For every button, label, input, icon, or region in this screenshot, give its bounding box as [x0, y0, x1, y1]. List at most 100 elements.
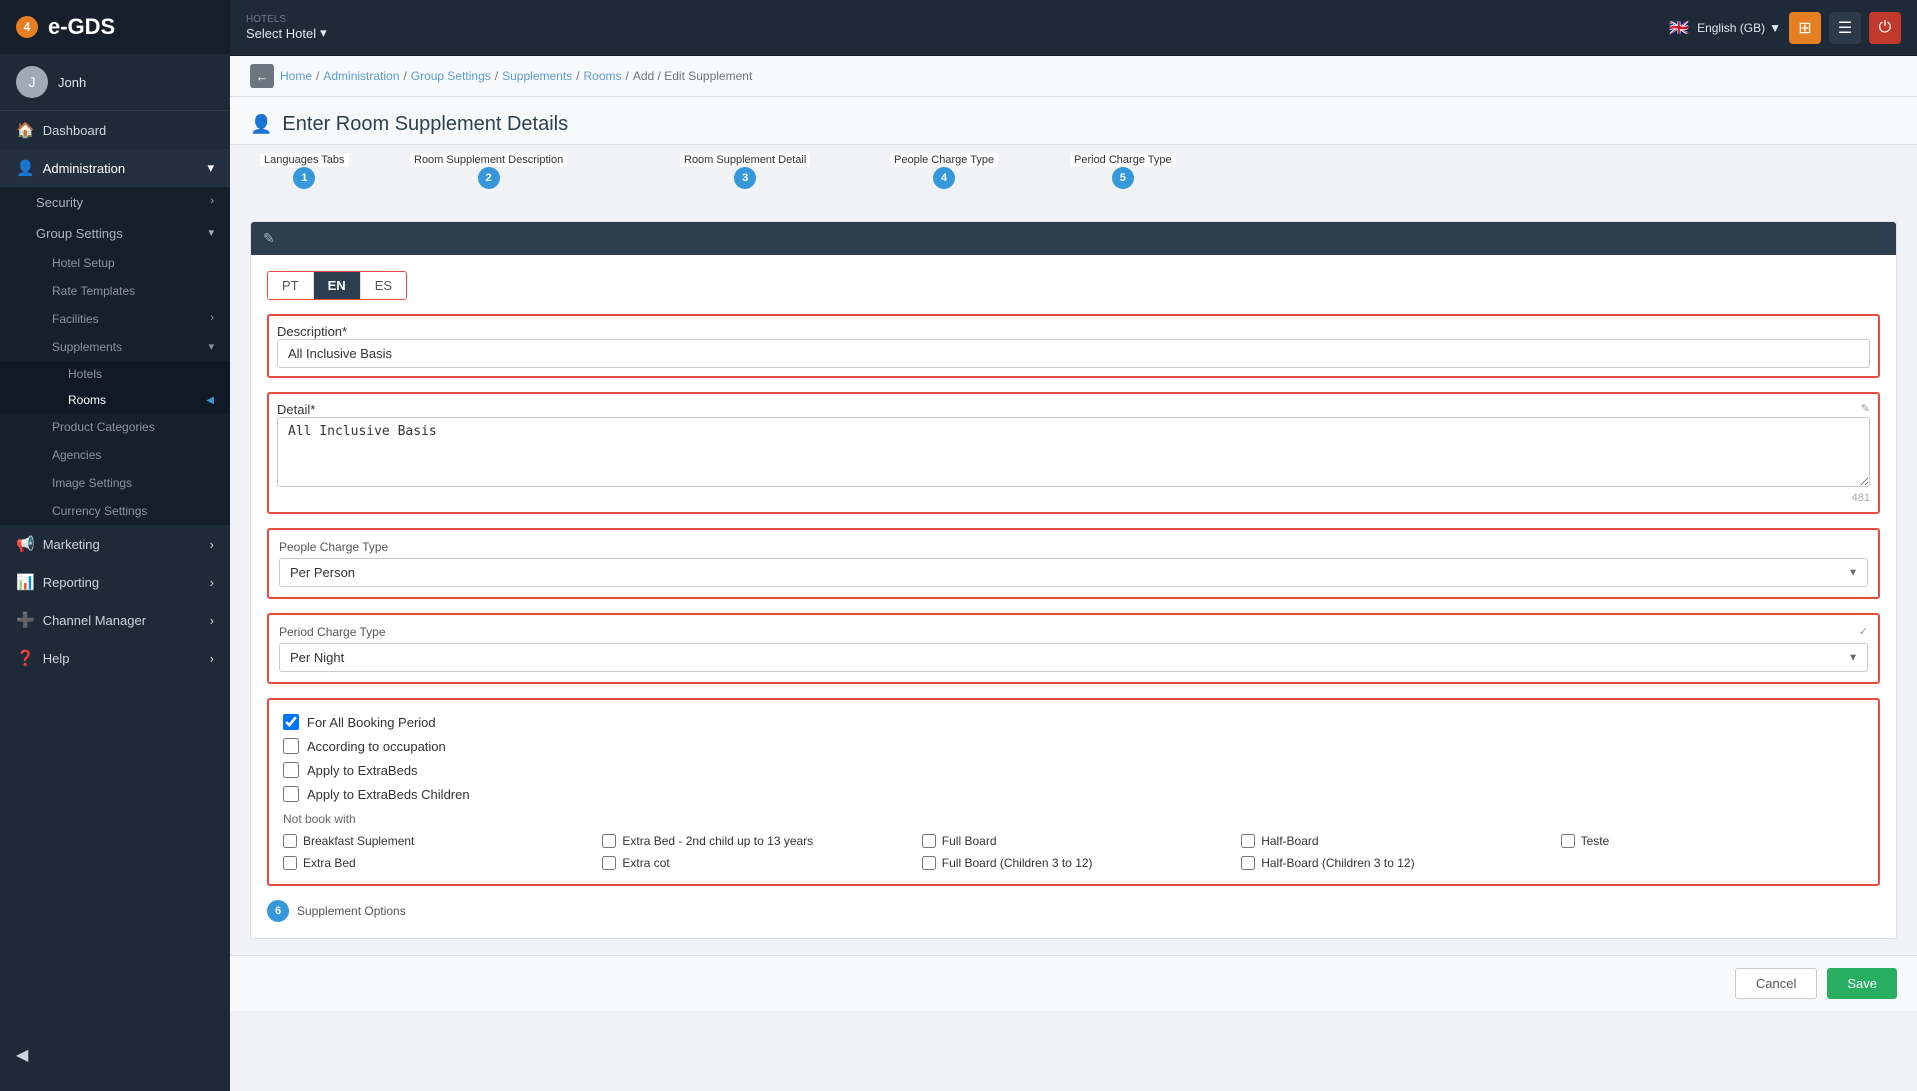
not-book-breakfast-label[interactable]: Breakfast Suplement [303, 834, 414, 848]
sidebar-item-label: Reporting [43, 575, 99, 590]
marketing-icon: 📢 [16, 535, 35, 553]
hotel-select[interactable]: Select Hotel ▾ [246, 25, 327, 41]
not-book-extra-bed-2nd-checkbox[interactable] [602, 834, 616, 848]
people-charge-select[interactable]: Per Person Per Room Flat Rate [279, 558, 1868, 587]
cancel-button[interactable]: Cancel [1735, 968, 1817, 999]
sidebar-collapse-btn[interactable]: ◀ [16, 1039, 214, 1071]
for-all-booking-label[interactable]: For All Booking Period [307, 715, 436, 730]
annotation-5-label: Period Charge Type [1070, 153, 1176, 167]
according-occupation-label[interactable]: According to occupation [307, 739, 446, 754]
description-input[interactable] [277, 339, 1870, 368]
form-container: ✎ PT EN ES Description* [230, 205, 1917, 955]
sidebar-item-agencies[interactable]: Agencies [0, 441, 230, 469]
annotation-3: Room Supplement Detail 3 [680, 153, 810, 189]
lang-tab-en[interactable]: EN [314, 272, 361, 299]
sidebar-item-supplements[interactable]: Supplements ▾ [0, 333, 230, 361]
checkbox-extrabeds-children: Apply to ExtraBeds Children [283, 786, 1864, 802]
annotation-1-bubble: 1 [293, 167, 315, 189]
not-book-breakfast-checkbox[interactable] [283, 834, 297, 848]
sidebar-item-reporting[interactable]: 📊 Reporting › [0, 563, 230, 601]
sidebar-sub-administration: Security › Group Settings ▾ Hotel Setup … [0, 187, 230, 525]
lang-tab-pt[interactable]: PT [268, 272, 314, 299]
edit-detail-icon[interactable]: ✎ [1861, 402, 1870, 415]
not-book-full-board-label[interactable]: Full Board [942, 834, 997, 848]
not-book-half-board-children-label[interactable]: Half-Board (Children 3 to 12) [1261, 856, 1414, 870]
not-book-half-board-label[interactable]: Half-Board [1261, 834, 1318, 848]
apply-extrabeds-children-label[interactable]: Apply to ExtraBeds Children [307, 787, 470, 802]
breadcrumb-current: Add / Edit Supplement [633, 69, 752, 83]
not-book-extra-cot-checkbox[interactable] [602, 856, 616, 870]
sidebar-item-group-settings[interactable]: Group Settings ▾ [0, 218, 230, 249]
not-book-extra-bed-2nd-label[interactable]: Extra Bed - 2nd child up to 13 years [622, 834, 813, 848]
not-book-extra-cot-label[interactable]: Extra cot [622, 856, 669, 870]
sidebar-item-currency-settings[interactable]: Currency Settings [0, 497, 230, 525]
caret-down-icon: ▾ [320, 25, 327, 41]
sidebar-item-image-settings[interactable]: Image Settings [0, 469, 230, 497]
apply-extrabeds-checkbox[interactable] [283, 762, 299, 778]
sidebar-item-marketing[interactable]: 📢 Marketing › [0, 525, 230, 563]
topbar-menu-btn[interactable]: ☰ [1829, 12, 1861, 44]
not-book-half-board-children-checkbox[interactable] [1241, 856, 1255, 870]
sidebar-item-hotels-sub[interactable]: Hotels [0, 361, 230, 387]
breadcrumb-group-settings[interactable]: Group Settings [411, 69, 491, 83]
sidebar-item-product-categories[interactable]: Product Categories [0, 413, 230, 441]
topbar-right: 🇬🇧 English (GB) ▼ ⊞ ☰ ⏻ [1669, 12, 1901, 44]
topbar-orange-btn[interactable]: ⊞ [1789, 12, 1821, 44]
back-button[interactable]: ← [250, 64, 274, 88]
annotation-4-label: People Charge Type [890, 153, 998, 167]
not-book-extra-bed-label[interactable]: Extra Bed [303, 856, 356, 870]
sidebar-item-hotel-setup[interactable]: Hotel Setup [0, 249, 230, 277]
description-section: Description* [267, 314, 1880, 378]
apply-extrabeds-children-checkbox[interactable] [283, 786, 299, 802]
save-button[interactable]: Save [1827, 968, 1897, 999]
not-book-full-board-children: Full Board (Children 3 to 12) [922, 856, 1225, 870]
flag-icon: 🇬🇧 [1669, 18, 1689, 38]
people-charge-section: People Charge Type Per Person Per Room F… [267, 528, 1880, 599]
language-selector[interactable]: English (GB) ▼ [1697, 21, 1781, 35]
not-book-half-board-checkbox[interactable] [1241, 834, 1255, 848]
detail-textarea[interactable]: All Inclusive Basis [277, 417, 1870, 487]
period-charge-select[interactable]: Per Night Per Stay Per Week [279, 643, 1868, 672]
not-book-full-board-children-label[interactable]: Full Board (Children 3 to 12) [942, 856, 1093, 870]
sidebar-item-dashboard[interactable]: 🏠 Dashboard [0, 111, 230, 149]
sidebar-item-rooms-sub[interactable]: Rooms ◀ [0, 387, 230, 413]
annotation-6-bubble: 6 [267, 900, 289, 922]
apply-extrabeds-label[interactable]: Apply to ExtraBeds [307, 763, 418, 778]
not-book-full-board-children-checkbox[interactable] [922, 856, 936, 870]
not-book-extra-bed-checkbox[interactable] [283, 856, 297, 870]
breadcrumb-bar: ← Home / Administration / Group Settings… [230, 56, 1917, 97]
not-book-teste-label[interactable]: Teste [1581, 834, 1610, 848]
according-occupation-checkbox[interactable] [283, 738, 299, 754]
chevron-right-icon: › [210, 537, 214, 552]
period-charge-section: Period Charge Type ✓ Per Night Per Stay … [267, 613, 1880, 684]
breadcrumb-rooms[interactable]: Rooms [584, 69, 622, 83]
arrow-right-icon: ◀ [206, 395, 214, 406]
for-all-booking-checkbox[interactable] [283, 714, 299, 730]
topbar-power-btn[interactable]: ⏻ [1869, 12, 1901, 44]
breadcrumb-home[interactable]: Home [280, 69, 312, 83]
sidebar-item-facilities[interactable]: Facilities › [0, 305, 230, 333]
checkbox-for-all-booking: For All Booking Period [283, 714, 1864, 730]
sidebar-item-help[interactable]: ❓ Help › [0, 639, 230, 677]
annotation-1: Languages Tabs 1 [260, 153, 349, 189]
sidebar-item-rate-templates[interactable]: Rate Templates [0, 277, 230, 305]
not-book-half-board-children: Half-Board (Children 3 to 12) [1241, 856, 1544, 870]
sidebar-item-security[interactable]: Security › [0, 187, 230, 218]
sidebar-item-label: Administration [43, 161, 125, 176]
not-book-teste-checkbox[interactable] [1561, 834, 1575, 848]
sidebar-item-channel-manager[interactable]: ➕ Channel Manager › [0, 601, 230, 639]
breadcrumb-administration[interactable]: Administration [323, 69, 399, 83]
not-book-extra-cot: Extra cot [602, 856, 905, 870]
sidebar-item-administration[interactable]: 👤 Administration ▾ [0, 149, 230, 187]
page-title-section: 👤 Enter Room Supplement Details [230, 97, 1917, 145]
edit-icon[interactable]: ✎ [263, 230, 275, 247]
not-book-breakfast-suplement: Breakfast Suplement [283, 834, 586, 848]
lang-tab-es[interactable]: ES [361, 272, 406, 299]
help-icon: ❓ [16, 649, 35, 667]
breadcrumb-supplements[interactable]: Supplements [502, 69, 572, 83]
not-book-full-board-checkbox[interactable] [922, 834, 936, 848]
chevron-right-icon: › [210, 651, 214, 666]
grid-icon: ⊞ [1798, 18, 1811, 38]
arrow-left-icon: ◀ [16, 1045, 28, 1065]
char-count: 481 [277, 492, 1870, 504]
